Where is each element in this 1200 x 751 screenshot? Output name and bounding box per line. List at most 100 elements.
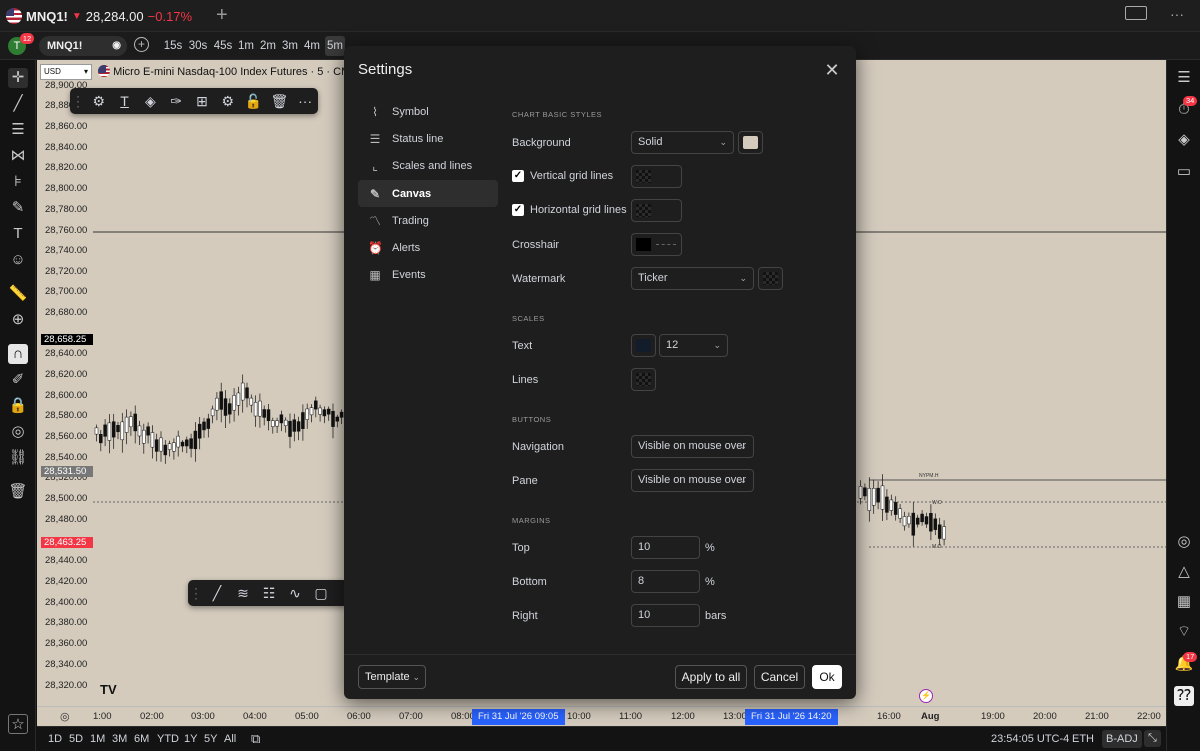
star-icon[interactable]: ☆ bbox=[8, 714, 28, 734]
nav-trading[interactable]: 〽 Trading bbox=[358, 207, 498, 234]
text-color-icon[interactable]: T bbox=[112, 88, 138, 114]
interval-15s[interactable]: 15s bbox=[163, 36, 183, 56]
margin-top-input[interactable]: 10 bbox=[631, 536, 700, 559]
drag-handle-icon[interactable]: ⋮ bbox=[188, 580, 204, 606]
trash-icon[interactable]: 🗑 bbox=[266, 88, 292, 114]
magnet-icon[interactable]: ∩ bbox=[8, 344, 28, 364]
nav-events[interactable]: ▦ Events bbox=[358, 261, 498, 288]
time-axis[interactable]: ◎ 1:00 02:00 03:00 04:00 05:00 06:00 07:00 08:0… bbox=[37, 706, 1166, 726]
range-1d[interactable]: 1D bbox=[48, 733, 62, 745]
date-range-icon[interactable]: ⧉ bbox=[251, 731, 260, 747]
crosshair-color[interactable] bbox=[631, 233, 682, 256]
navigation-select[interactable]: Visible on mouse over ⌄ bbox=[631, 435, 754, 458]
template-dropdown[interactable]: Template ⌄ bbox=[358, 665, 426, 689]
nav-alerts[interactable]: ⏰ Alerts bbox=[358, 234, 498, 261]
price-axis[interactable]: 28,900.00 28,880.00 28,860.00 28,840.00 28,8… bbox=[37, 60, 93, 706]
crosshair-icon[interactable]: ✛ bbox=[8, 68, 28, 88]
nav-scales-and-lines[interactable]: ⌞ Scales and lines bbox=[358, 152, 498, 179]
more-icon[interactable]: ··· bbox=[1170, 6, 1184, 22]
chat-icon[interactable]: ▭ bbox=[1174, 162, 1194, 182]
scales-text-color[interactable] bbox=[631, 334, 656, 357]
maximize-icon[interactable]: ⤡ bbox=[1144, 730, 1161, 747]
watermark-color[interactable] bbox=[758, 267, 783, 290]
pattern-icon[interactable]: ⋈ bbox=[8, 146, 28, 166]
interval-2m[interactable]: 2m bbox=[260, 36, 276, 56]
symbol-search[interactable]: MNQ1! ◉ bbox=[39, 36, 127, 56]
clock[interactable]: 23:54:05 UTC-4 bbox=[991, 733, 1069, 745]
chart-tab[interactable]: MNQ1! ▼ 28,284.00 −0.17% bbox=[6, 4, 206, 28]
range-5y[interactable]: 5Y bbox=[204, 733, 217, 745]
stream-icon[interactable]: ⌔ bbox=[1174, 622, 1194, 642]
range-6m[interactable]: 6M bbox=[134, 733, 149, 745]
help-icon[interactable]: ⁇ bbox=[1174, 686, 1194, 706]
trend-line-icon[interactable]: ╱ bbox=[8, 94, 28, 114]
event-icon[interactable]: ⚡ bbox=[919, 689, 933, 703]
range-ytd[interactable]: YTD bbox=[157, 733, 179, 745]
brush-icon[interactable]: ✎ bbox=[8, 198, 28, 218]
interval-45s[interactable]: 45s bbox=[212, 36, 234, 56]
vertical-grid-checkbox[interactable]: ✓ bbox=[512, 170, 524, 182]
scales-text-size-select[interactable]: 12 ⌄ bbox=[659, 334, 728, 357]
vertical-grid-color[interactable] bbox=[631, 165, 682, 188]
ok-button[interactable]: Ok bbox=[812, 665, 842, 689]
layers-icon[interactable]: ◈ bbox=[1174, 130, 1194, 150]
margin-bottom-input[interactable]: 8 bbox=[631, 570, 700, 593]
link-icon[interactable]: ⛓ bbox=[8, 448, 28, 468]
interval-4m[interactable]: 4m bbox=[304, 36, 320, 56]
pane-select[interactable]: Visible on mouse over ⌄ bbox=[631, 469, 754, 492]
watchlist-icon[interactable]: ☰ bbox=[1174, 68, 1194, 88]
trash-icon[interactable]: 🗑 bbox=[8, 482, 28, 502]
adjustment[interactable]: B-ADJ bbox=[1102, 730, 1142, 748]
horizontal-grid-checkbox[interactable]: ✓ bbox=[512, 204, 524, 216]
watermark-select[interactable]: Ticker ⌄ bbox=[631, 267, 754, 290]
apply-to-all-button[interactable]: Apply to all bbox=[675, 665, 747, 689]
margin-right-input[interactable]: 10 bbox=[631, 604, 700, 627]
lock-icon[interactable]: 🔒 bbox=[8, 396, 28, 416]
cancel-button[interactable]: Cancel bbox=[754, 665, 805, 689]
horizontal-grid-color[interactable] bbox=[631, 199, 682, 222]
template-icon[interactable]: ⚙ bbox=[86, 88, 112, 114]
ideas-icon[interactable]: △ bbox=[1174, 562, 1194, 582]
fib-icon[interactable]: ☷ bbox=[256, 580, 282, 606]
interval-5m[interactable]: 5m bbox=[325, 36, 345, 56]
range-1m[interactable]: 1M bbox=[90, 733, 105, 745]
drag-handle-icon[interactable]: ⋮ bbox=[70, 88, 86, 114]
more-icon[interactable]: ··· bbox=[292, 88, 318, 114]
range-3m[interactable]: 3M bbox=[112, 733, 127, 745]
lock-icon[interactable]: 🔓 bbox=[241, 88, 267, 114]
fib-icon[interactable]: ☰ bbox=[8, 120, 28, 140]
forecast-icon[interactable]: ⊧ bbox=[8, 172, 28, 192]
nav-status-line[interactable]: ☰ Status line bbox=[358, 125, 498, 152]
emoji-icon[interactable]: ☺ bbox=[8, 250, 28, 270]
ruler-icon[interactable]: 📏 bbox=[8, 284, 28, 304]
stay-drawing-icon[interactable]: ✐ bbox=[8, 370, 28, 390]
interval-30s[interactable]: 30s bbox=[187, 36, 209, 56]
background-select[interactable]: Solid ⌄ bbox=[631, 131, 734, 154]
close-icon[interactable]: ✕ bbox=[822, 60, 842, 80]
range-5d[interactable]: 5D bbox=[69, 733, 83, 745]
zoom-icon[interactable]: ⊕ bbox=[8, 310, 28, 330]
text-icon[interactable]: T bbox=[8, 224, 28, 244]
fill-color-icon[interactable]: ◈ bbox=[137, 88, 163, 114]
line-icon[interactable]: ╱ bbox=[204, 580, 230, 606]
range-1y[interactable]: 1Y bbox=[184, 733, 197, 745]
nav-symbol[interactable]: ⌇ Symbol bbox=[358, 98, 498, 125]
interval-3m[interactable]: 3m bbox=[282, 36, 298, 56]
range-all[interactable]: All bbox=[224, 733, 236, 745]
session[interactable]: ETH bbox=[1072, 733, 1094, 745]
background-color-swatch[interactable] bbox=[738, 131, 763, 154]
hide-icon[interactable]: ◎ bbox=[8, 422, 28, 442]
layout-icon[interactable] bbox=[1125, 6, 1147, 20]
paint-icon[interactable]: ✑ bbox=[163, 88, 189, 114]
goto-date-icon[interactable]: ◎ bbox=[60, 710, 70, 723]
rectangle-icon[interactable]: ▢ bbox=[308, 580, 334, 606]
currency-select[interactable]: USD ▾ bbox=[40, 64, 92, 80]
channel-icon[interactable]: ≋ bbox=[230, 580, 256, 606]
interval-1m[interactable]: 1m bbox=[238, 36, 254, 56]
nav-canvas[interactable]: ✎ Canvas bbox=[358, 180, 498, 207]
pattern-icon[interactable]: ∿ bbox=[282, 580, 308, 606]
add-alert-icon[interactable]: ⊞ bbox=[189, 88, 215, 114]
target-icon[interactable]: ◎ bbox=[1174, 532, 1194, 552]
calendar-icon[interactable]: ▦ bbox=[1174, 592, 1194, 612]
settings-icon[interactable]: ⚙ bbox=[215, 88, 241, 114]
